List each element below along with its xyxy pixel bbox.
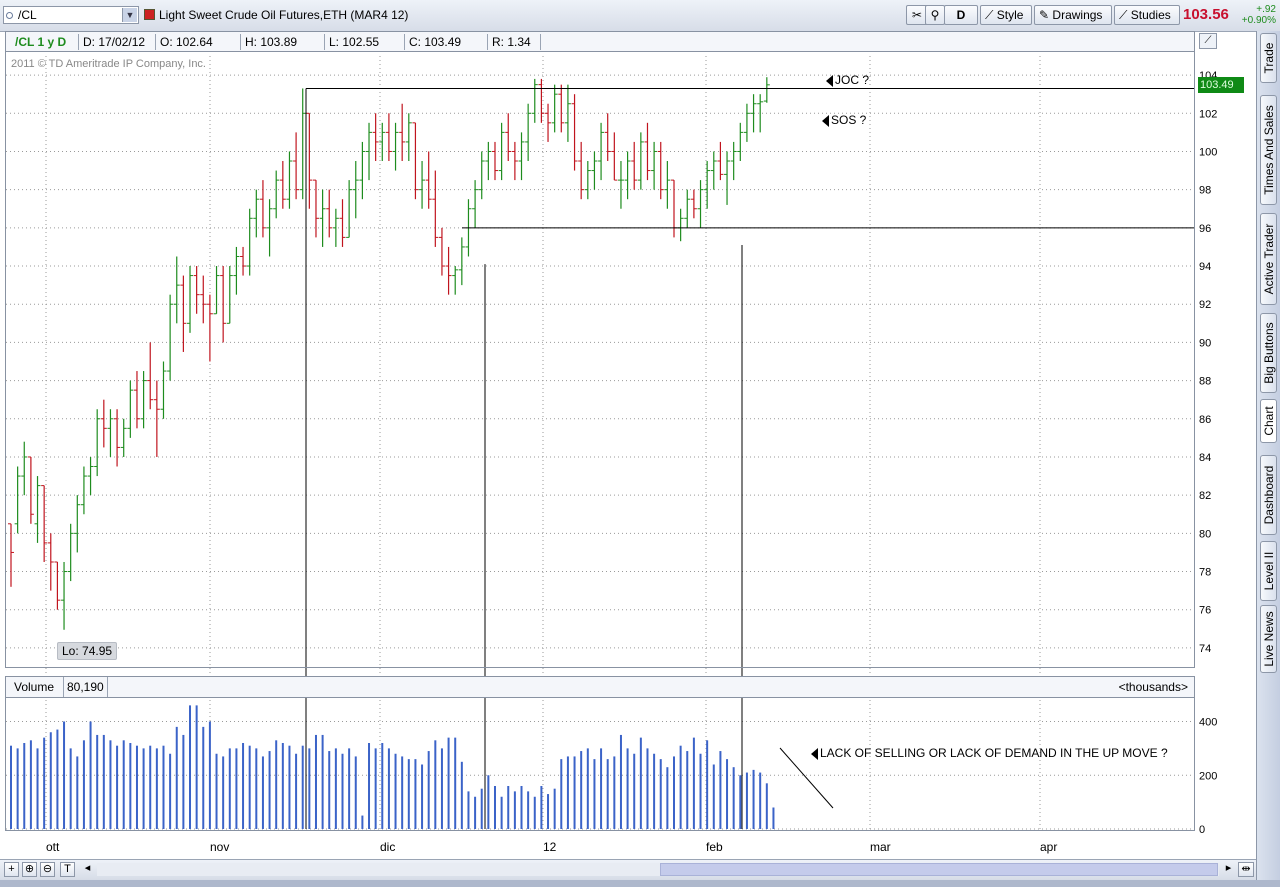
time-tick-label: dic xyxy=(380,840,395,854)
price-tick-label: 90 xyxy=(1199,337,1211,349)
scroll-thumb[interactable] xyxy=(660,863,1218,876)
time-axis: ott nov dic 12 feb mar apr xyxy=(46,840,1057,854)
time-tick-label: 12 xyxy=(543,840,557,854)
price-chart-frame xyxy=(5,31,1195,668)
last-price-tag: 103.49 xyxy=(1198,77,1244,93)
tab-dashboard[interactable]: Dashboard xyxy=(1260,455,1277,535)
tab-label: Active Trader xyxy=(1261,223,1276,295)
volume-tick-label: 400 xyxy=(1199,717,1217,729)
volume-value: 80,190 xyxy=(67,680,104,694)
tab-chart[interactable]: Chart xyxy=(1260,399,1277,443)
volume-tick-label: 0 xyxy=(1199,824,1205,836)
tab-times-and-sales[interactable]: Times And Sales xyxy=(1260,95,1277,205)
low-label: Lo: 74.95 xyxy=(57,642,118,660)
volume-annotation[interactable]: LACK OF SELLING OR LACK OF DEMAND IN THE… xyxy=(811,746,1168,760)
tab-label: Trade xyxy=(1261,42,1276,74)
volume-axis: 0 200 400 xyxy=(1199,717,1217,837)
tab-active-trader[interactable]: Active Trader xyxy=(1260,213,1277,305)
price-tick-label: 94 xyxy=(1199,261,1211,273)
time-tick-label: nov xyxy=(210,840,229,854)
tab-level-ii[interactable]: Level II xyxy=(1260,541,1277,601)
triangle-left-icon xyxy=(826,74,833,87)
divider xyxy=(63,677,64,697)
text-tool-icon[interactable]: T xyxy=(60,862,75,877)
time-tick-label: apr xyxy=(1040,840,1057,854)
scroll-left-icon[interactable]: ◂ xyxy=(80,862,95,877)
zoom-out-icon[interactable]: ⊖ xyxy=(40,862,55,877)
scroll-right-icon[interactable]: ▸ xyxy=(1221,862,1236,877)
price-tick-label: 92 xyxy=(1199,299,1211,311)
crosshair-icon[interactable]: + xyxy=(4,862,19,877)
bottom-strip xyxy=(0,880,1280,887)
price-tick-label: 102 xyxy=(1199,108,1217,120)
tab-label: Times And Sales xyxy=(1261,105,1276,195)
copyright-text: 2011 © TD Ameritrade IP Company, Inc. xyxy=(11,58,206,70)
tab-label: Big Buttons xyxy=(1261,322,1276,384)
expand-time-icon[interactable]: ⇹ xyxy=(1238,862,1254,877)
sos-label: SOS ? xyxy=(831,113,867,127)
price-axis: 74767880828486889092949698100102104 xyxy=(1199,70,1217,655)
price-tick-label: 84 xyxy=(1199,452,1211,464)
price-tick-label: 76 xyxy=(1199,605,1211,617)
price-tick-label: 98 xyxy=(1199,185,1211,197)
price-tick-label: 96 xyxy=(1199,223,1211,235)
time-tick-label: feb xyxy=(706,840,723,854)
joc-annotation[interactable]: JOC ? xyxy=(826,73,869,87)
right-sidebar: Trade Times And Sales Active Trader Big … xyxy=(1256,31,1280,881)
triangle-left-icon xyxy=(822,114,829,127)
tab-label: Chart xyxy=(1261,406,1276,436)
tab-trade[interactable]: Trade xyxy=(1260,33,1277,83)
price-tick-label: 88 xyxy=(1199,376,1211,388)
volume-units: <thousands> xyxy=(1118,680,1188,694)
joc-label: JOC ? xyxy=(835,73,870,87)
tab-big-buttons[interactable]: Big Buttons xyxy=(1260,313,1277,393)
sos-annotation[interactable]: SOS ? xyxy=(822,113,866,127)
price-tick-label: 74 xyxy=(1199,643,1211,655)
tab-live-news[interactable]: Live News xyxy=(1260,605,1277,673)
triangle-left-icon xyxy=(811,747,818,760)
bottom-toolbar: + ⊕ ⊖ T ◂ ▸ ⇹ xyxy=(0,859,1256,880)
time-tick-label: ott xyxy=(46,840,60,854)
zoom-in-icon[interactable]: ⊕ xyxy=(22,862,37,877)
price-tick-label: 82 xyxy=(1199,490,1211,502)
time-tick-label: mar xyxy=(870,840,891,854)
price-tick-label: 86 xyxy=(1199,414,1211,426)
price-tick-label: 100 xyxy=(1199,146,1217,158)
volume-tick-label: 200 xyxy=(1199,770,1217,782)
volume-header: Volume 80,190 <thousands> xyxy=(5,676,1195,698)
divider xyxy=(107,677,108,697)
tab-label: Live News xyxy=(1261,611,1276,667)
volume-label: Volume xyxy=(14,680,55,694)
price-tick-label: 78 xyxy=(1199,567,1211,579)
tab-label: Level II xyxy=(1261,551,1276,591)
price-tick-label: 80 xyxy=(1199,528,1211,540)
volume-note: LACK OF SELLING OR LACK OF DEMAND IN THE… xyxy=(820,746,1168,760)
tab-label: Dashboard xyxy=(1261,465,1276,525)
